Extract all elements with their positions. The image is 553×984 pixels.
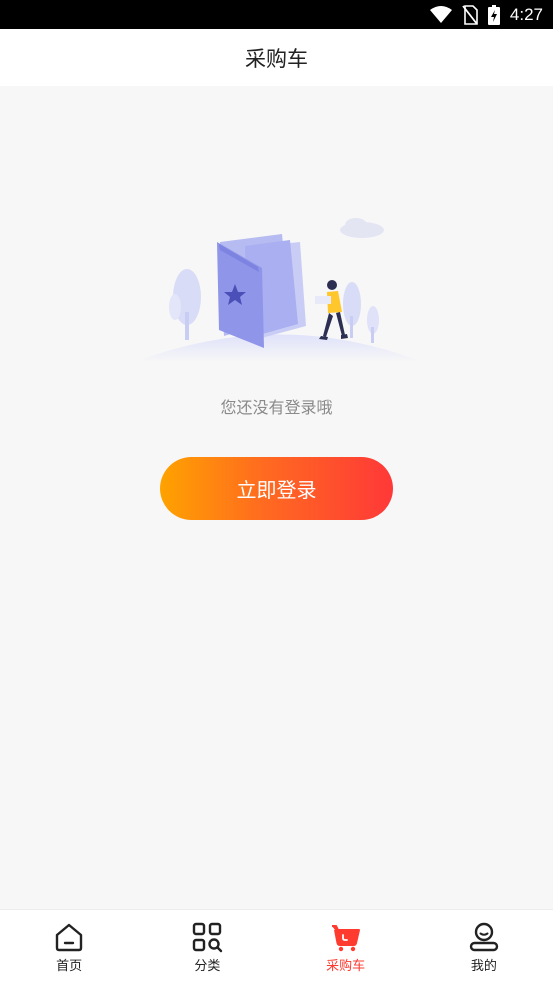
cart-icon <box>331 925 360 952</box>
header: 采购车 <box>0 29 553 86</box>
category-icon <box>193 922 223 953</box>
no-sim-icon <box>462 4 478 25</box>
home-icon <box>55 923 83 952</box>
tab-cart[interactable]: 采购车 <box>277 910 415 984</box>
battery-charging-icon <box>487 4 500 25</box>
open-book-illustration <box>135 218 422 362</box>
tab-home[interactable]: 首页 <box>0 910 138 984</box>
tab-category[interactable]: 分类 <box>138 910 276 984</box>
status-time: 4:27 <box>509 4 543 24</box>
tab-profile-label: 我的 <box>470 959 497 974</box>
page-title: 采购车 <box>245 46 308 71</box>
wifi-icon <box>429 5 452 23</box>
not-logged-in-message: 您还没有登录哦 <box>220 398 333 417</box>
tab-profile[interactable]: 我的 <box>415 910 553 984</box>
tab-home-label: 首页 <box>56 959 83 974</box>
tab-category-label: 分类 <box>194 959 221 974</box>
profile-icon <box>469 922 499 952</box>
login-button[interactable]: 立即登录 <box>160 457 393 520</box>
bottom-tab-bar: 首页 分类 采购车 我的 <box>0 909 553 984</box>
status-icons: 4:27 <box>429 0 543 29</box>
tab-cart-label: 采购车 <box>326 959 366 974</box>
status-bar: 4:27 <box>0 0 553 29</box>
